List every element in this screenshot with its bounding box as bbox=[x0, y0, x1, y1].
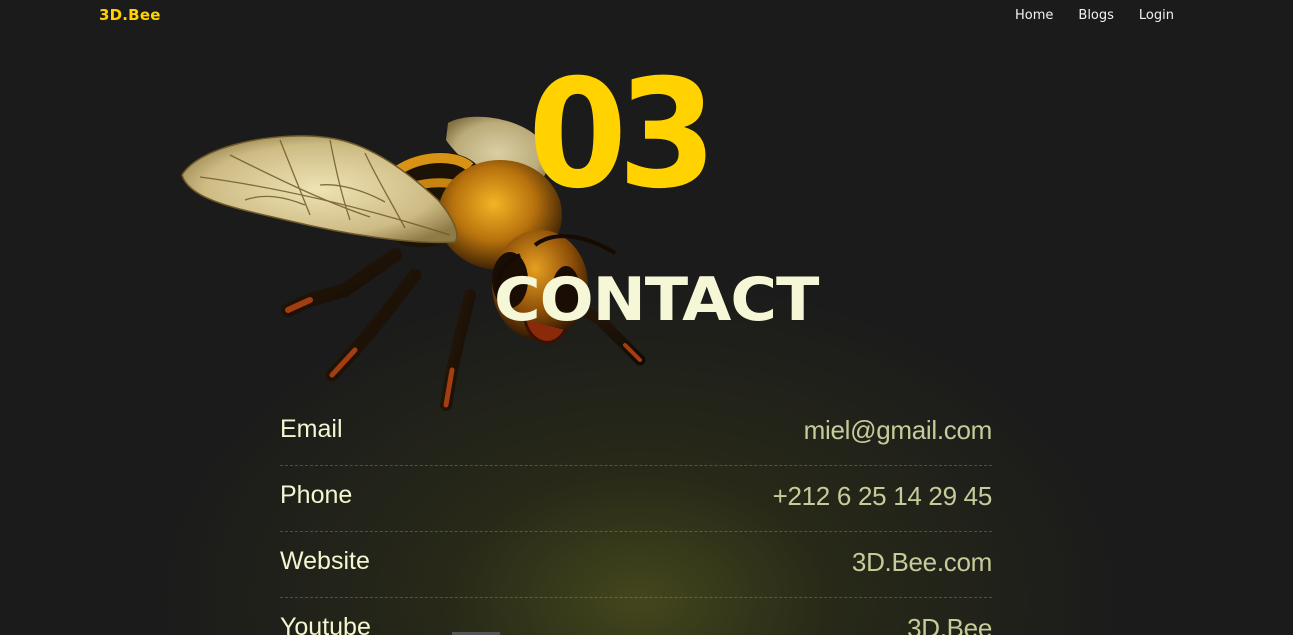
contact-row-email: Email miel@gmail.com bbox=[280, 400, 992, 466]
contact-value-youtube[interactable]: 3D.Bee bbox=[907, 613, 992, 635]
contact-value-phone[interactable]: +212 6 25 14 29 45 bbox=[773, 481, 993, 512]
section-title: CONTACT bbox=[494, 265, 819, 335]
contact-row-youtube: Youtube 3D.Bee bbox=[280, 598, 992, 635]
nav-links: Home Blogs Login bbox=[1015, 8, 1174, 23]
contact-value-email[interactable]: miel@gmail.com bbox=[804, 415, 993, 446]
contact-row-website: Website 3D.Bee.com bbox=[280, 532, 992, 598]
contact-label-email: Email bbox=[280, 415, 343, 443]
contact-label-website: Website bbox=[280, 547, 370, 575]
nav-link-home[interactable]: Home bbox=[1015, 8, 1053, 23]
contact-list: Email miel@gmail.com Phone +212 6 25 14 … bbox=[280, 400, 992, 635]
contact-label-youtube: Youtube bbox=[280, 613, 371, 635]
nav-link-login[interactable]: Login bbox=[1139, 8, 1174, 23]
contact-label-phone: Phone bbox=[280, 481, 353, 509]
navbar: 3D.Bee Home Blogs Login bbox=[0, 0, 1293, 34]
section-number: 03 bbox=[528, 48, 717, 222]
contact-value-website[interactable]: 3D.Bee.com bbox=[852, 547, 992, 578]
brand-logo[interactable]: 3D.Bee bbox=[99, 6, 161, 24]
contact-row-phone: Phone +212 6 25 14 29 45 bbox=[280, 466, 992, 532]
nav-link-blogs[interactable]: Blogs bbox=[1078, 8, 1114, 23]
page: 3D.Bee Home Blogs Login 03 CONTACT Email… bbox=[0, 0, 1293, 635]
